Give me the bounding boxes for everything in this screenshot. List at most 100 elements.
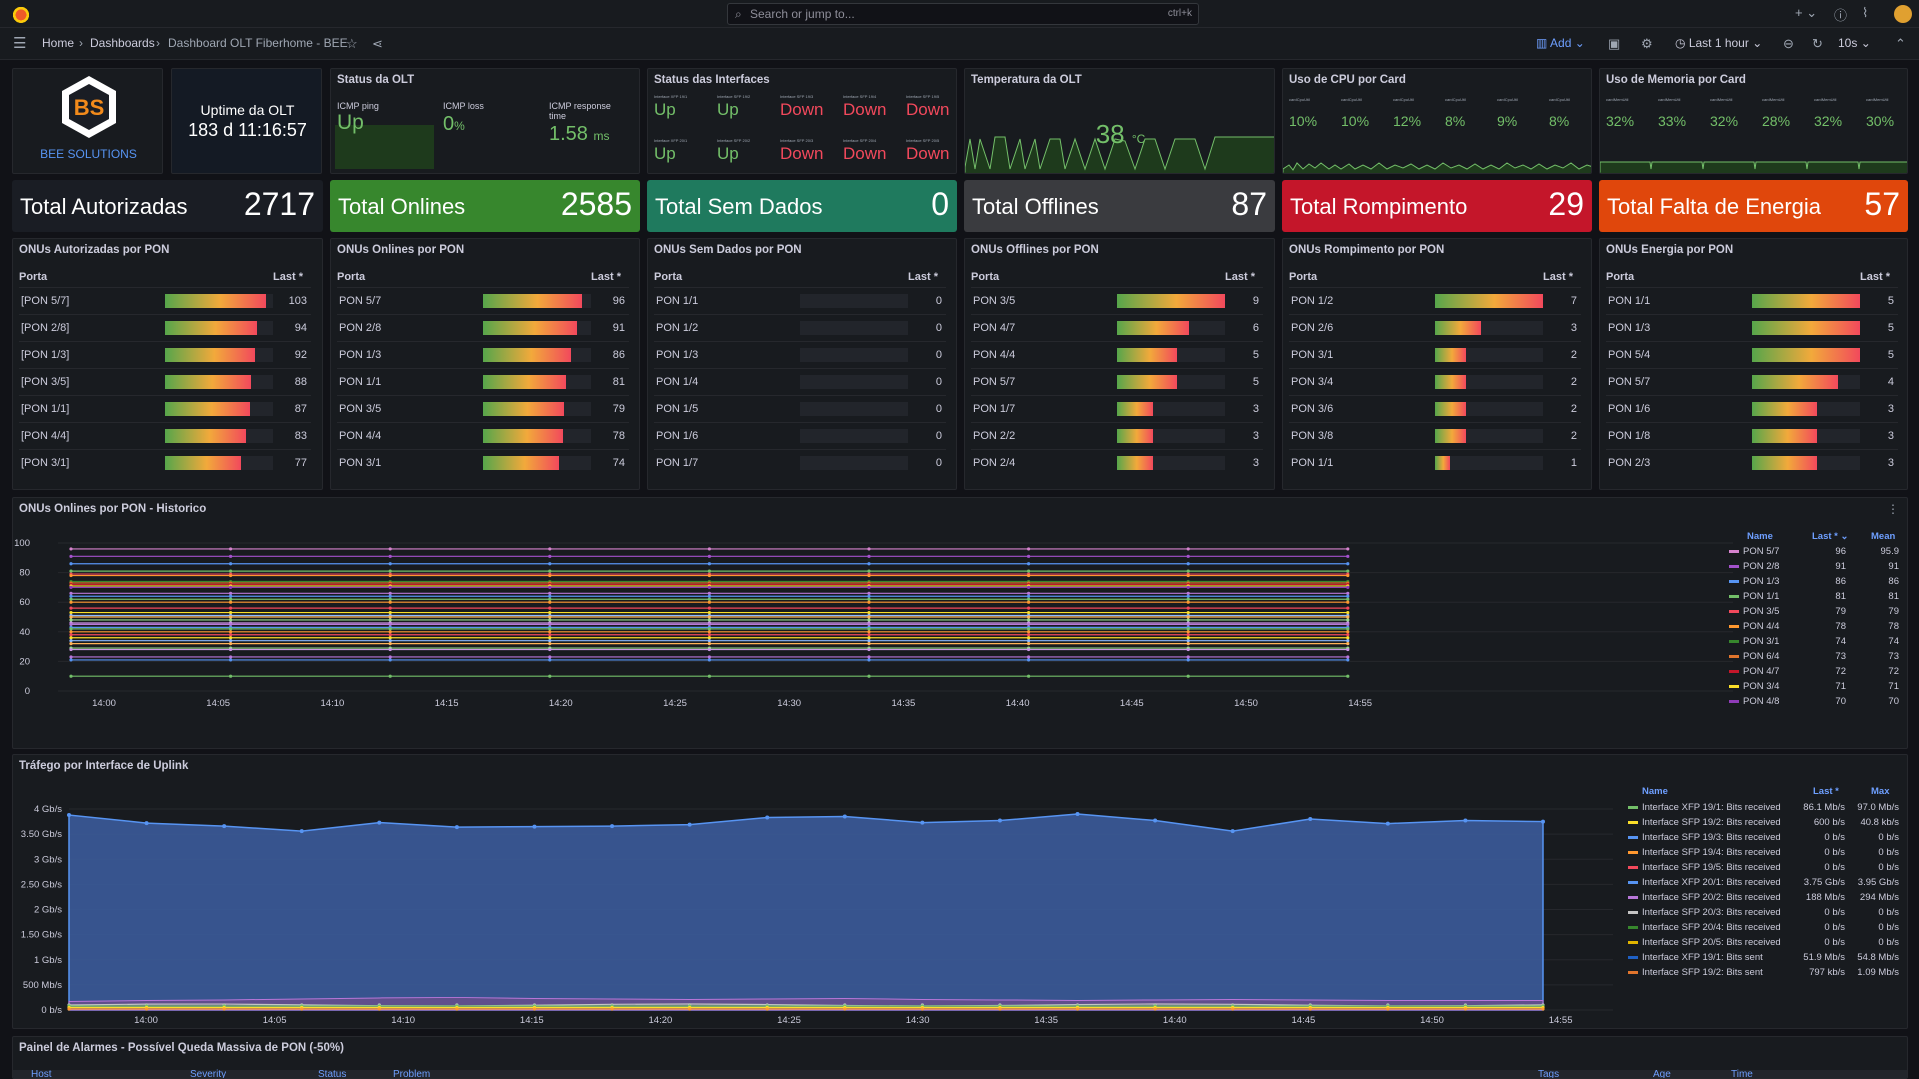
cpu-card-label: cardCpuUtil — [1341, 97, 1362, 102]
breadcrumb-home[interactable]: Home — [42, 36, 74, 50]
col-age[interactable]: Age — [1653, 1069, 1671, 1078]
col-host[interactable]: Host — [31, 1069, 52, 1078]
legend-series-name: Interface XFP 19/1: Bits received — [1642, 802, 1781, 813]
col-problem[interactable]: Problem — [393, 1069, 430, 1078]
legend-item[interactable]: Interface SFP 19/4: Bits received — [1628, 847, 1781, 858]
legend-item[interactable]: PON 2/8 — [1729, 561, 1779, 572]
legend-item[interactable]: Interface XFP 20/1: Bits received — [1628, 877, 1781, 888]
legend-mean-value: 74 — [1888, 636, 1899, 647]
add-button[interactable]: ▥ Add ⌄ — [1536, 36, 1585, 50]
table-row: PON 1/8 3 — [1606, 421, 1898, 449]
breadcrumb-dashboards[interactable]: Dashboards — [90, 36, 155, 50]
grafana-logo-icon[interactable] — [12, 5, 30, 23]
legend-item[interactable]: Interface XFP 19/1: Bits sent — [1628, 952, 1763, 963]
col-last[interactable]: Last * — [1752, 267, 1898, 287]
table-row: [PON 3/1] 77 — [19, 448, 311, 476]
col-last[interactable]: Last * — [800, 267, 946, 287]
gauge-bar — [165, 320, 258, 335]
x-tick-label: 14:30 — [906, 1015, 930, 1026]
legend-item[interactable]: PON 4/4 — [1729, 621, 1779, 632]
col-severity[interactable]: Severity — [190, 1069, 226, 1078]
series-point — [455, 1007, 459, 1011]
legend-item[interactable]: PON 1/3 — [1729, 576, 1779, 587]
menu-icon[interactable]: ☰ — [13, 34, 26, 52]
legend-header-name[interactable]: Name — [1642, 786, 1668, 797]
port-name: PON 1/1 — [654, 286, 800, 314]
legend-item[interactable]: Interface SFP 19/5: Bits received — [1628, 862, 1781, 873]
panel-menu-icon[interactable]: ⋮ — [1887, 502, 1899, 516]
save-icon[interactable]: ▣ — [1608, 36, 1620, 52]
time-range-picker[interactable]: ◷ Last 1 hour ⌄ — [1675, 36, 1762, 50]
legend-header-last[interactable]: Last * — [1813, 786, 1839, 797]
legend-item[interactable]: Interface XFP 19/1: Bits received — [1628, 802, 1781, 813]
interface-status-value: Up — [654, 100, 676, 119]
col-last[interactable]: Last * — [165, 267, 311, 287]
series-point — [1186, 618, 1190, 622]
new-menu-button[interactable]: + ⌄ — [1795, 5, 1817, 21]
legend-item[interactable]: PON 3/1 — [1729, 636, 1779, 647]
col-porta[interactable]: Porta — [654, 267, 800, 287]
col-tags[interactable]: Tags — [1538, 1069, 1559, 1078]
cpu-card-label: cardCpuUtil — [1289, 97, 1310, 102]
refresh-interval-picker[interactable]: 10s ⌄ — [1838, 36, 1871, 50]
port-name: [PON 3/1] — [19, 448, 165, 476]
search-input[interactable]: ⌕ Search or jump to... ctrl+k — [727, 3, 1199, 25]
zoom-out-icon[interactable]: ⊖ — [1783, 36, 1794, 52]
legend-mean-value: 71 — [1888, 681, 1899, 692]
legend-mean-value: 81 — [1888, 591, 1899, 602]
legend-item[interactable]: Interface SFP 20/5: Bits received — [1628, 937, 1781, 948]
avatar[interactable] — [1894, 5, 1912, 23]
legend-item[interactable]: PON 1/1 — [1729, 591, 1779, 602]
col-porta[interactable]: Porta — [971, 267, 1117, 287]
legend-last-value: 74 — [1835, 636, 1846, 647]
legend-item[interactable]: Interface SFP 19/2: Bits received — [1628, 817, 1781, 828]
mem-card-value: 28% — [1762, 113, 1791, 129]
legend-item[interactable]: Interface SFP 20/3: Bits received — [1628, 907, 1781, 918]
legend-header-name[interactable]: Name — [1747, 531, 1773, 542]
share-icon[interactable]: ⋖ — [372, 36, 383, 52]
news-rss-icon[interactable]: ⌇ — [1862, 5, 1868, 21]
legend-item[interactable]: Interface SFP 20/2: Bits received — [1628, 892, 1781, 903]
series-point — [867, 630, 871, 634]
series-point — [229, 615, 233, 619]
gauge-bar — [1435, 374, 1466, 389]
legend-header-max[interactable]: Max — [1871, 786, 1889, 797]
help-icon[interactable]: ⓘ — [1834, 5, 1847, 24]
legend-item[interactable]: Interface SFP 19/3: Bits received — [1628, 832, 1781, 843]
port-name: PON 3/1 — [1289, 340, 1435, 368]
col-last[interactable]: Last * — [1435, 267, 1581, 287]
legend-header-last[interactable]: Last * ⌄ — [1812, 531, 1848, 542]
legend-item[interactable]: Interface SFP 19/2: Bits sent — [1628, 967, 1763, 978]
collapse-icon[interactable]: ⌃ — [1895, 36, 1906, 52]
col-porta[interactable]: Porta — [1289, 267, 1435, 287]
col-last[interactable]: Last * — [483, 267, 629, 287]
gauge-track — [800, 401, 908, 416]
chevron-right-icon: › — [79, 36, 83, 50]
star-icon[interactable]: ☆ — [346, 36, 358, 52]
col-status[interactable]: Status — [318, 1069, 346, 1078]
series-point — [1346, 610, 1350, 615]
refresh-icon[interactable]: ↻ — [1812, 36, 1823, 52]
gauge-value: 5 — [1235, 367, 1263, 395]
bar-gauge-panel: ONUs Sem Dados por PON Porta Last * PON 1/1… — [647, 238, 957, 490]
series-point — [1027, 585, 1031, 589]
col-porta[interactable]: Porta — [337, 267, 483, 287]
series-point — [222, 824, 227, 829]
legend-item[interactable]: PON 3/5 — [1729, 606, 1779, 617]
legend-item[interactable]: PON 5/7 — [1729, 546, 1779, 557]
col-last[interactable]: Last * — [1117, 267, 1263, 287]
legend-item[interactable]: PON 6/4 — [1729, 651, 1779, 662]
legend-header-mean[interactable]: Mean — [1871, 531, 1895, 542]
col-time[interactable]: Time — [1731, 1069, 1753, 1078]
legend-item[interactable]: PON 3/4 — [1729, 681, 1779, 692]
col-porta[interactable]: Porta — [19, 267, 165, 287]
legend-item[interactable]: PON 4/8 — [1729, 696, 1779, 707]
gear-icon[interactable]: ⚙ — [1641, 36, 1653, 52]
legend-item[interactable]: Interface SFP 20/4: Bits received — [1628, 922, 1781, 933]
series-point — [69, 591, 73, 595]
series-point — [997, 818, 1002, 823]
series-point — [1027, 647, 1031, 652]
col-porta[interactable]: Porta — [1606, 267, 1752, 287]
series-point — [1186, 594, 1190, 598]
legend-item[interactable]: PON 4/7 — [1729, 666, 1779, 677]
